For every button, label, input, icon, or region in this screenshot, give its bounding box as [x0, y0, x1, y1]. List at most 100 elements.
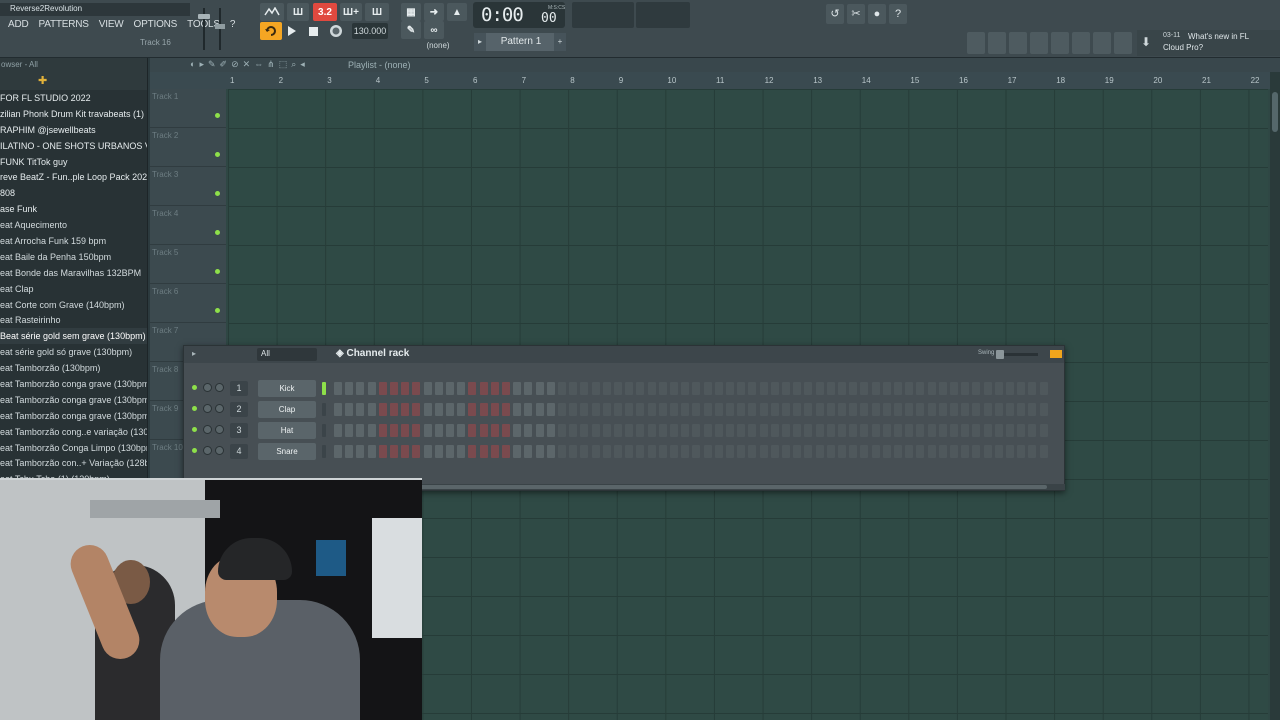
- step-button[interactable]: [334, 403, 342, 416]
- step-button[interactable]: [849, 424, 858, 437]
- step-button[interactable]: [983, 445, 992, 458]
- track-header[interactable]: Track 5: [150, 245, 226, 284]
- step-button[interactable]: [535, 424, 544, 437]
- step-button[interactable]: [614, 382, 622, 395]
- step-button[interactable]: [636, 424, 645, 437]
- menu-item[interactable]: OPTIONS: [129, 17, 183, 33]
- step-button[interactable]: [401, 424, 410, 437]
- step-button[interactable]: [748, 403, 757, 416]
- step-button[interactable]: [1017, 445, 1026, 458]
- step-button[interactable]: [860, 403, 869, 416]
- channel-pan-knob[interactable]: [203, 404, 212, 413]
- step-button[interactable]: [580, 445, 589, 458]
- browser-item[interactable]: eat Clap: [0, 281, 147, 297]
- step-button[interactable]: [726, 403, 734, 416]
- track-header[interactable]: Track 4: [150, 206, 226, 245]
- step-button[interactable]: [345, 382, 354, 395]
- step-button[interactable]: [905, 424, 914, 437]
- step-button[interactable]: [703, 424, 712, 437]
- step-button[interactable]: [412, 424, 421, 437]
- step-button[interactable]: [636, 445, 645, 458]
- step-button[interactable]: [815, 382, 824, 395]
- track-mute-led[interactable]: [215, 230, 220, 235]
- step-button[interactable]: [446, 403, 454, 416]
- arrow-icon[interactable]: ▸: [199, 59, 204, 71]
- channel-mute-led[interactable]: [192, 427, 197, 432]
- step-button[interactable]: [670, 403, 678, 416]
- delete-icon[interactable]: ⊘: [231, 59, 239, 71]
- step-button[interactable]: [938, 403, 947, 416]
- step-button[interactable]: [502, 445, 510, 458]
- add-pattern-icon[interactable]: +: [554, 33, 566, 51]
- step-button[interactable]: [602, 382, 611, 395]
- step-button[interactable]: [894, 445, 902, 458]
- step-button[interactable]: [513, 382, 522, 395]
- browser-item[interactable]: eat Baile da Penha 150bpm: [0, 249, 147, 265]
- step-button[interactable]: [983, 382, 992, 395]
- step-button[interactable]: [860, 382, 869, 395]
- step-button[interactable]: [961, 424, 970, 437]
- step-button[interactable]: [490, 424, 499, 437]
- step-button[interactable]: [916, 382, 925, 395]
- step-button[interactable]: [378, 403, 387, 416]
- step-button[interactable]: [356, 445, 365, 458]
- browser-item[interactable]: ase Funk: [0, 201, 147, 217]
- pattern-song-toggle[interactable]: [260, 3, 284, 21]
- step-button[interactable]: [1028, 424, 1037, 437]
- channel-select-indicator[interactable]: [322, 403, 326, 416]
- step-button[interactable]: [1039, 403, 1048, 416]
- step-button[interactable]: [591, 403, 600, 416]
- step-button[interactable]: [793, 382, 802, 395]
- step-button[interactable]: [916, 445, 925, 458]
- step-button[interactable]: [838, 424, 846, 437]
- step-button[interactable]: [737, 382, 746, 395]
- step-button[interactable]: [927, 403, 936, 416]
- step-button[interactable]: [804, 424, 813, 437]
- step-button[interactable]: [894, 403, 902, 416]
- step-button[interactable]: [356, 403, 365, 416]
- step-button[interactable]: [714, 382, 723, 395]
- playlist-window-button[interactable]: [967, 32, 985, 54]
- step-button[interactable]: [961, 445, 970, 458]
- step-button[interactable]: [748, 445, 757, 458]
- channel-mute-led[interactable]: [192, 406, 197, 411]
- step-button[interactable]: [916, 424, 925, 437]
- browser-item[interactable]: eat Aquecimento: [0, 217, 147, 233]
- menu-item[interactable]: ?: [225, 17, 240, 33]
- step-button[interactable]: [804, 403, 813, 416]
- step-button[interactable]: [334, 424, 342, 437]
- step-button[interactable]: [983, 403, 992, 416]
- record-button[interactable]: [327, 22, 345, 40]
- step-button[interactable]: [983, 424, 992, 437]
- channel-name-button[interactable]: Kick: [258, 380, 316, 397]
- step-button[interactable]: [703, 403, 712, 416]
- browser-item[interactable]: eat Tamborzão cong..e variação (130bpm): [0, 424, 147, 440]
- step-button[interactable]: [782, 445, 790, 458]
- step-button[interactable]: [468, 445, 477, 458]
- step-button[interactable]: [882, 382, 891, 395]
- step-button[interactable]: [737, 424, 746, 437]
- prev-pattern-icon[interactable]: ▸: [474, 33, 486, 51]
- step-button[interactable]: [558, 403, 566, 416]
- step-button[interactable]: [770, 382, 779, 395]
- step-button[interactable]: [524, 445, 533, 458]
- step-button[interactable]: [468, 382, 477, 395]
- step-button[interactable]: [446, 445, 454, 458]
- step-button[interactable]: [849, 445, 858, 458]
- mic-button[interactable]: ●: [868, 4, 886, 24]
- step-button[interactable]: [916, 403, 925, 416]
- step-button[interactable]: [412, 403, 421, 416]
- browser-item[interactable]: Beat série gold sem grave (130bpm): [0, 328, 147, 345]
- step-button[interactable]: [602, 403, 611, 416]
- channel-select-indicator[interactable]: [322, 382, 326, 395]
- step-button[interactable]: [569, 403, 578, 416]
- step-button[interactable]: [345, 445, 354, 458]
- step-button[interactable]: [535, 445, 544, 458]
- step-button[interactable]: [658, 445, 667, 458]
- step-button[interactable]: [692, 382, 701, 395]
- step-button[interactable]: [535, 403, 544, 416]
- step-button[interactable]: [535, 382, 544, 395]
- browser-item[interactable]: eat Tamborzão conga grave (130bpm) (1): [0, 376, 147, 392]
- step-button[interactable]: [479, 424, 488, 437]
- browser-item[interactable]: eat Tamborzão Conga Limpo (130bpm): [0, 440, 147, 456]
